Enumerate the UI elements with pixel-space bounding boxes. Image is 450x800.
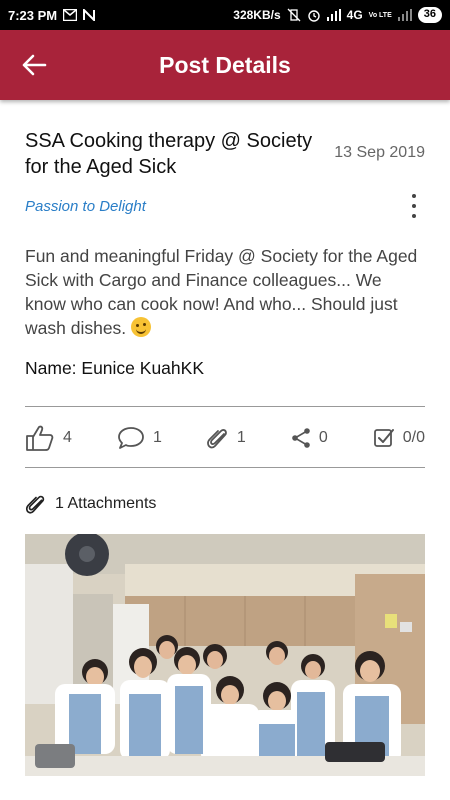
attachments-header: 1 Attachments [25, 492, 156, 516]
comment-icon [118, 427, 144, 449]
checklist-button[interactable]: 0/0 [373, 427, 425, 449]
group-photo-image [25, 534, 425, 776]
like-count: 4 [63, 429, 72, 446]
attachments-label: 1 Attachments [55, 495, 157, 512]
post-body-text: Fun and meaningful Friday @ Society for … [25, 246, 418, 338]
attachment-count: 1 [236, 429, 246, 446]
comment-count: 1 [152, 429, 162, 446]
post-category-link[interactable]: Passion to Delight [25, 198, 146, 215]
laughing-emoji-icon [131, 317, 152, 337]
post-header: SSA Cooking therapy @ Society for the Ag… [25, 128, 425, 184]
more-vert-icon [412, 194, 416, 198]
battery-level: 36 [417, 7, 442, 23]
like-button[interactable]: 4 [25, 424, 72, 452]
app-notification-icon [83, 9, 96, 21]
post-date: 13 Sep 2019 [334, 144, 425, 161]
signal-icon [326, 9, 341, 21]
divider [25, 467, 425, 468]
attachment-photo[interactable] [25, 534, 425, 776]
attachment-button[interactable]: 1 [206, 425, 246, 451]
share-count: 0 [318, 429, 328, 446]
page-title: Post Details [159, 51, 291, 78]
mail-icon [63, 9, 78, 21]
volte-badge: Vo LTE [368, 11, 392, 19]
back-button[interactable] [18, 50, 50, 80]
share-icon [292, 428, 310, 448]
comment-button[interactable]: 1 [117, 426, 162, 450]
checkbox-icon [373, 429, 394, 447]
status-bar: 7:23 PM 328KB/s 4G Vo LTE 36 [0, 0, 450, 30]
paperclip-icon [25, 495, 45, 514]
app-bar: Post Details [0, 30, 450, 100]
post-author-name: Name: Eunice KuahKK [25, 358, 204, 378]
status-time: 7:23 PM [8, 7, 58, 23]
share-button[interactable]: 0 [291, 427, 328, 449]
more-options-button[interactable] [409, 194, 419, 218]
thumbs-up-icon [26, 425, 54, 451]
checklist-count: 0/0 [402, 429, 425, 446]
signal-2-icon [397, 9, 412, 21]
arrow-left-icon [22, 54, 47, 76]
post-title: SSA Cooking therapy @ Society for the Ag… [25, 130, 313, 178]
network-type: 4G [346, 8, 363, 22]
post-actions-bar: 4 1 1 0 0/0 [25, 418, 425, 458]
alarm-icon [307, 8, 321, 22]
vibrate-off-icon [287, 8, 301, 22]
post-body: Fun and meaningful Friday @ Society for … [25, 244, 425, 340]
divider [25, 406, 425, 407]
paperclip-icon [206, 429, 227, 449]
network-speed: 328KB/s [233, 8, 281, 22]
